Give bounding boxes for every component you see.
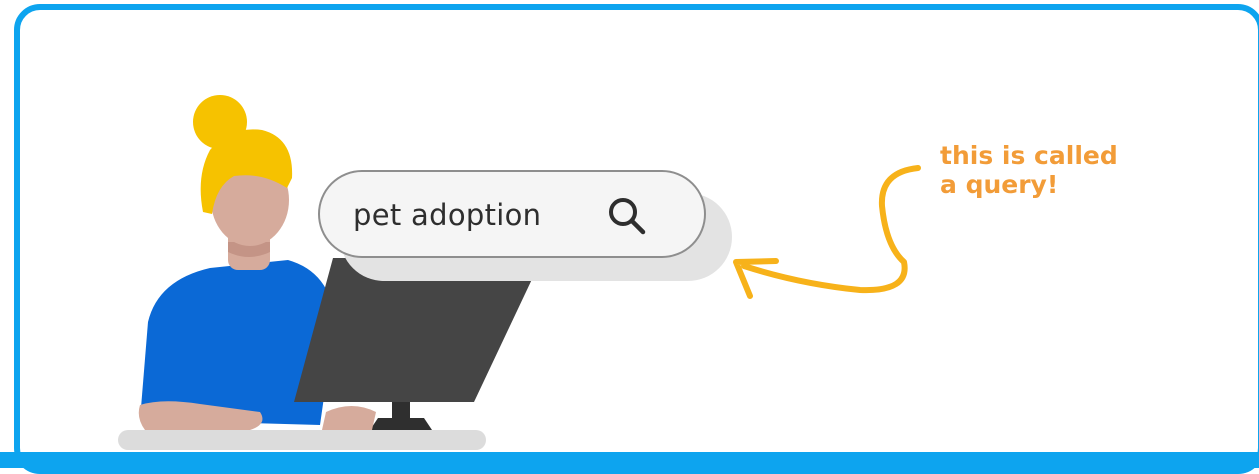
monitor-neck [392,402,410,418]
annotation-line-1: this is called [940,141,1118,170]
person-hand [322,406,376,430]
query-annotation: this is called a query! [940,141,1118,199]
search-icon[interactable] [603,192,651,240]
monitor-stand [370,418,432,430]
arrow-curve [741,165,921,294]
person-hair-bun [193,95,247,149]
annotation-line-2: a query! [940,170,1059,199]
search-bar[interactable]: pet adoption [318,170,706,258]
desk [118,430,486,450]
search-query-text[interactable]: pet adoption [353,198,541,232]
